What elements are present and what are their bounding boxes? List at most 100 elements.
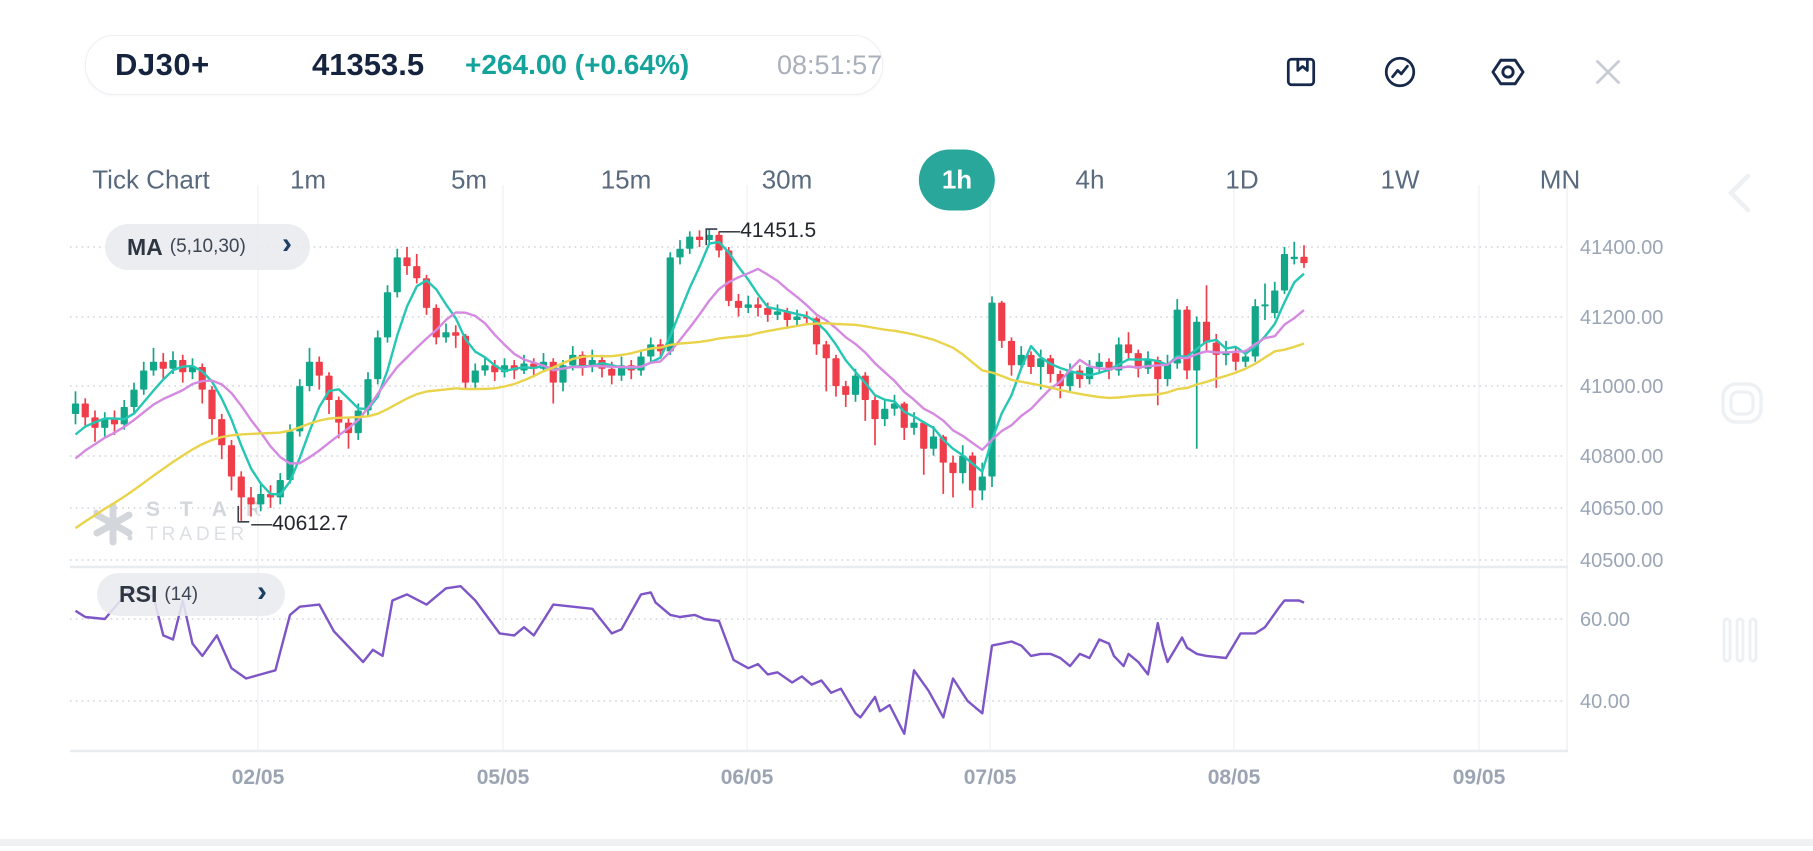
tab-30m[interactable]: 30m xyxy=(762,165,813,196)
symbol-card[interactable]: DJ30+ 41353.5 +264.00 (+0.64%) 08:51:57 xyxy=(85,35,883,95)
candle-body xyxy=(160,362,167,369)
candle-body xyxy=(920,423,927,449)
tab-1h[interactable]: 1h xyxy=(919,150,995,211)
settings-nut-icon xyxy=(1489,53,1527,91)
candle-body xyxy=(1183,310,1190,371)
candle-body xyxy=(247,497,254,504)
candle-body xyxy=(901,404,908,428)
ma-params: (5,10,30) xyxy=(170,236,246,258)
candle-body xyxy=(150,362,157,371)
chart-area[interactable]: 41400.00 41200.00 41000.00 40800.00 40650.00… xyxy=(0,0,1813,846)
candle-body xyxy=(696,237,703,240)
price-change: +264.00 (+0.64%) xyxy=(465,36,689,94)
candle-body xyxy=(228,445,235,476)
candle-body xyxy=(218,419,225,445)
candle-body xyxy=(754,304,761,307)
candle-body xyxy=(403,257,410,266)
drag-bars-icon[interactable] xyxy=(1724,619,1756,661)
time-axis-label: 07/05 xyxy=(964,766,1017,789)
candle-body xyxy=(998,303,1005,341)
candle-body xyxy=(257,494,264,504)
bottom-divider xyxy=(0,839,1813,846)
rsi-axis-label: 60.00 xyxy=(1580,609,1630,631)
candle-body xyxy=(1027,355,1034,367)
indicators-button[interactable] xyxy=(1378,50,1422,94)
candle-body xyxy=(72,404,79,414)
frame-button-icon[interactable] xyxy=(1723,384,1761,422)
rsi-indicator-pill[interactable]: RSI (14) › xyxy=(97,573,285,616)
tab-5m[interactable]: 5m xyxy=(451,165,487,196)
candle-body xyxy=(793,317,800,320)
ma-indicator-pill[interactable]: MA (5,10,30) › xyxy=(105,224,310,270)
time-axis-label: 05/05 xyxy=(477,766,530,789)
candle-body xyxy=(949,463,956,473)
low-marker-tick xyxy=(238,506,249,522)
candle-body xyxy=(121,407,128,424)
candle-body xyxy=(130,390,137,407)
candle-body xyxy=(979,477,986,491)
candle-body xyxy=(306,362,313,386)
candle-body xyxy=(647,344,654,356)
candlestick-chart[interactable]: 41400.00 41200.00 41000.00 40800.00 40650.00… xyxy=(0,0,1813,846)
chevron-right-icon[interactable]: › xyxy=(257,582,267,602)
low-marker-label: —40612.7 xyxy=(251,512,348,535)
bookmark-button[interactable] xyxy=(1279,50,1323,94)
candle-body xyxy=(169,360,176,369)
candle-body xyxy=(1300,257,1307,263)
candle-body xyxy=(930,437,937,449)
tab-1d[interactable]: 1D xyxy=(1225,165,1258,196)
candle-body xyxy=(774,311,781,314)
candle-body xyxy=(1096,362,1103,367)
tab-4h[interactable]: 4h xyxy=(1076,165,1105,196)
candle-body xyxy=(832,358,839,386)
price-axis-label: 41200.00 xyxy=(1580,307,1663,329)
candle-body xyxy=(735,301,742,308)
tab-15m[interactable]: 15m xyxy=(601,165,652,196)
candle-body xyxy=(881,409,888,419)
candle-body xyxy=(1008,341,1015,365)
candle-body xyxy=(238,477,245,498)
last-price: 41353.5 xyxy=(312,36,424,94)
chart-settings-button[interactable] xyxy=(1486,50,1530,94)
rsi-params: (14) xyxy=(164,584,198,606)
close-chart-button[interactable] xyxy=(1586,50,1630,94)
candle-body xyxy=(442,332,449,337)
price-axis-label: 40650.00 xyxy=(1580,498,1663,520)
candle-body xyxy=(1232,353,1239,362)
price-axis-label: 40800.00 xyxy=(1580,446,1663,468)
time-axis-label: 08/05 xyxy=(1208,766,1261,789)
timeframe-tabs: Tick Chart 1m 5m 15m 30m 1h 4h 1D 1W MN xyxy=(0,143,1813,217)
tab-mn[interactable]: MN xyxy=(1540,165,1580,196)
candle-body xyxy=(842,386,849,395)
tab-1w[interactable]: 1W xyxy=(1381,165,1420,196)
candle-body xyxy=(1261,304,1268,306)
candle-body xyxy=(910,423,917,428)
tab-1m[interactable]: 1m xyxy=(290,165,326,196)
candle-body xyxy=(1125,344,1132,353)
time-axis-label: 06/05 xyxy=(721,766,774,789)
rsi-label: RSI xyxy=(119,581,157,608)
candle-body xyxy=(413,266,420,278)
candle-body xyxy=(1086,367,1093,379)
candle-body xyxy=(82,404,89,418)
candle-body xyxy=(1271,290,1278,313)
candle-body xyxy=(1291,257,1298,259)
candle-body xyxy=(608,369,615,376)
candle-body xyxy=(374,337,381,379)
candle-body xyxy=(394,257,401,292)
candle-body xyxy=(316,362,323,376)
price-axis-label: 41000.00 xyxy=(1580,376,1663,398)
ma-label: MA xyxy=(127,234,163,261)
price-axis-label: 41400.00 xyxy=(1580,237,1663,259)
high-marker-label: —41451.5 xyxy=(719,219,816,242)
candle-body xyxy=(481,365,488,370)
candle-body xyxy=(676,249,683,258)
trend-circle-icon xyxy=(1382,54,1418,90)
candle-body xyxy=(745,304,752,307)
time-axis-label: 09/05 xyxy=(1453,766,1506,789)
tab-tick-chart[interactable]: Tick Chart xyxy=(92,165,210,196)
candle-body xyxy=(1281,254,1288,291)
price-axis-label: 40500.00 xyxy=(1580,550,1663,572)
candle-body xyxy=(335,400,342,423)
chevron-right-icon[interactable]: › xyxy=(282,234,292,254)
